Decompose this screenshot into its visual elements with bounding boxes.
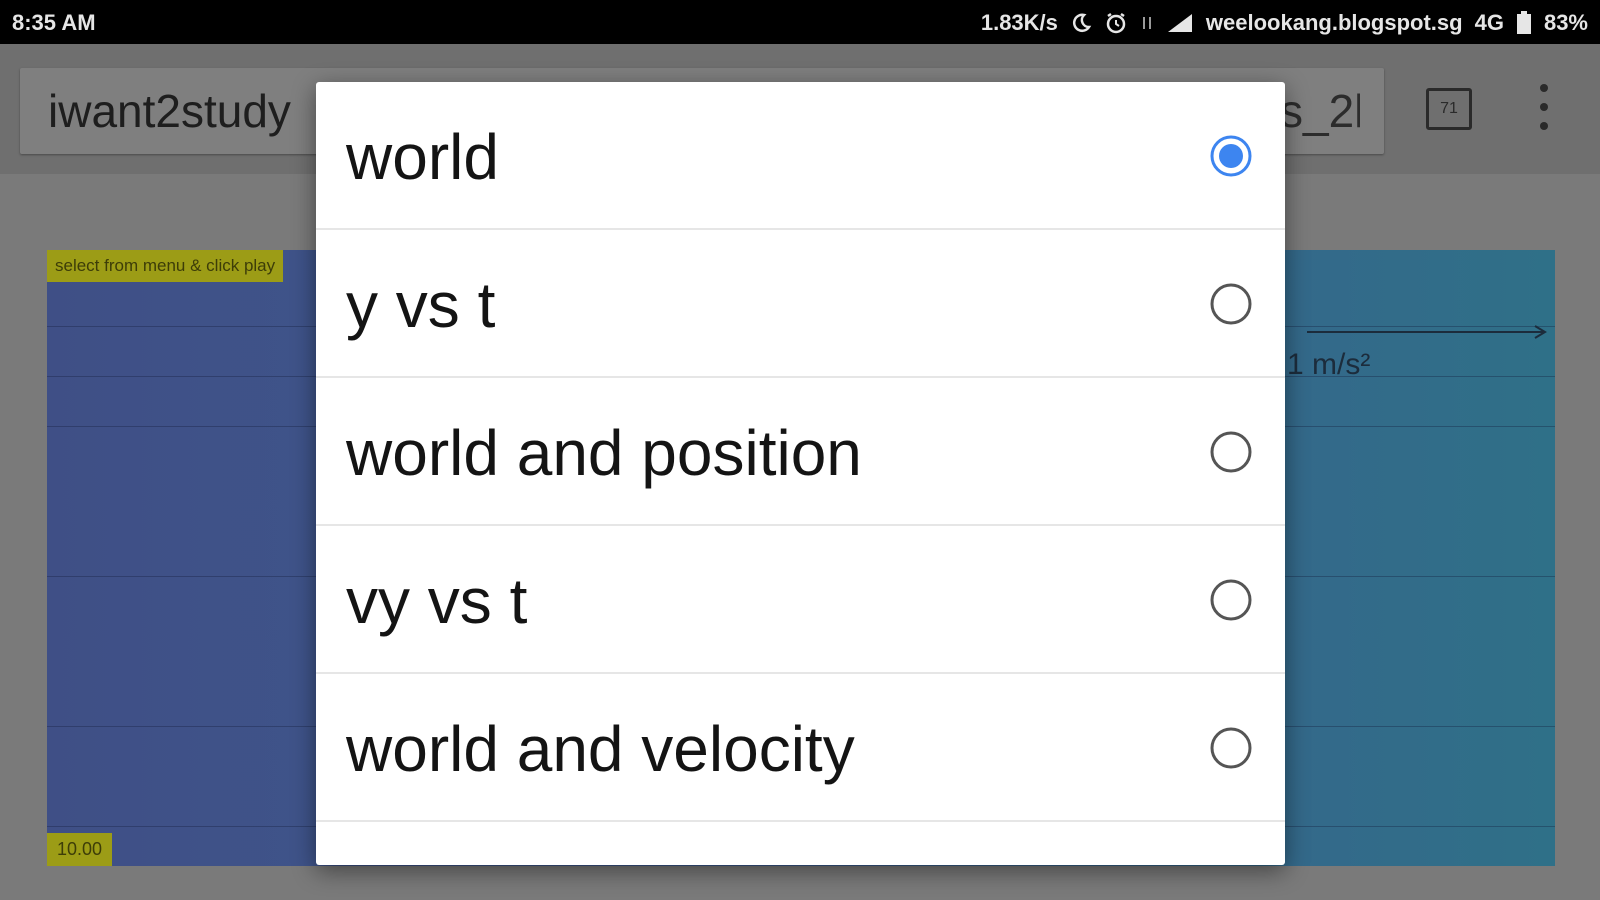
- tab-switcher-button[interactable]: 71: [1426, 88, 1472, 130]
- radio-unselected-icon[interactable]: [1209, 430, 1253, 474]
- url-text-tail: s_2l: [1280, 85, 1360, 137]
- acceleration-arrow: [1307, 325, 1547, 339]
- network-type: 4G: [1474, 10, 1504, 35]
- battery-percent: 83%: [1543, 10, 1588, 35]
- option-vy-vs-t[interactable]: vy vs t: [316, 526, 1285, 674]
- network-speed: 1.83K/s: [980, 10, 1058, 35]
- option-world-and-velocity[interactable]: world and velocity: [316, 674, 1285, 822]
- option-label: vy vs t: [346, 565, 528, 637]
- carrier-name: weelookang.blogspot.sg: [1205, 10, 1463, 35]
- simulation-hint: select from menu & click play: [47, 250, 284, 282]
- battery-icon: [1516, 11, 1532, 35]
- option-world-and-position[interactable]: world and position: [316, 378, 1285, 526]
- radio-unselected-icon[interactable]: [1209, 578, 1253, 622]
- time-readout: 10.00: [47, 833, 113, 866]
- signal-icon: [1166, 12, 1194, 34]
- data-transfer-icon: [1140, 13, 1154, 33]
- view-select-dialog: world y vs t world and position vy vs t …: [316, 82, 1285, 865]
- option-label: y vs t: [346, 269, 496, 341]
- option-world[interactable]: world: [316, 82, 1285, 230]
- acceleration-label: 1 m/s²: [1287, 348, 1371, 381]
- radio-unselected-icon[interactable]: [1209, 726, 1253, 770]
- option-label: world and velocity: [346, 713, 855, 785]
- moon-icon: [1070, 12, 1092, 34]
- alarm-icon: [1104, 11, 1128, 35]
- option-y-vs-t[interactable]: y vs t: [316, 230, 1285, 378]
- radio-unselected-icon[interactable]: [1209, 282, 1253, 326]
- radio-selected-icon[interactable]: [1209, 134, 1253, 178]
- status-indicators: 1.83K/s weelookang.blogspot.sg 4G 83%: [981, 10, 1588, 36]
- option-label: world and position: [346, 417, 862, 489]
- option-label: world: [346, 121, 499, 193]
- status-bar: 8:35 AM 1.83K/s weelookang.blogspot.sg 4…: [0, 0, 1600, 44]
- overflow-menu-icon[interactable]: [1534, 84, 1554, 130]
- status-time: 8:35 AM: [12, 10, 96, 35]
- url-text: iwant2study: [48, 85, 291, 137]
